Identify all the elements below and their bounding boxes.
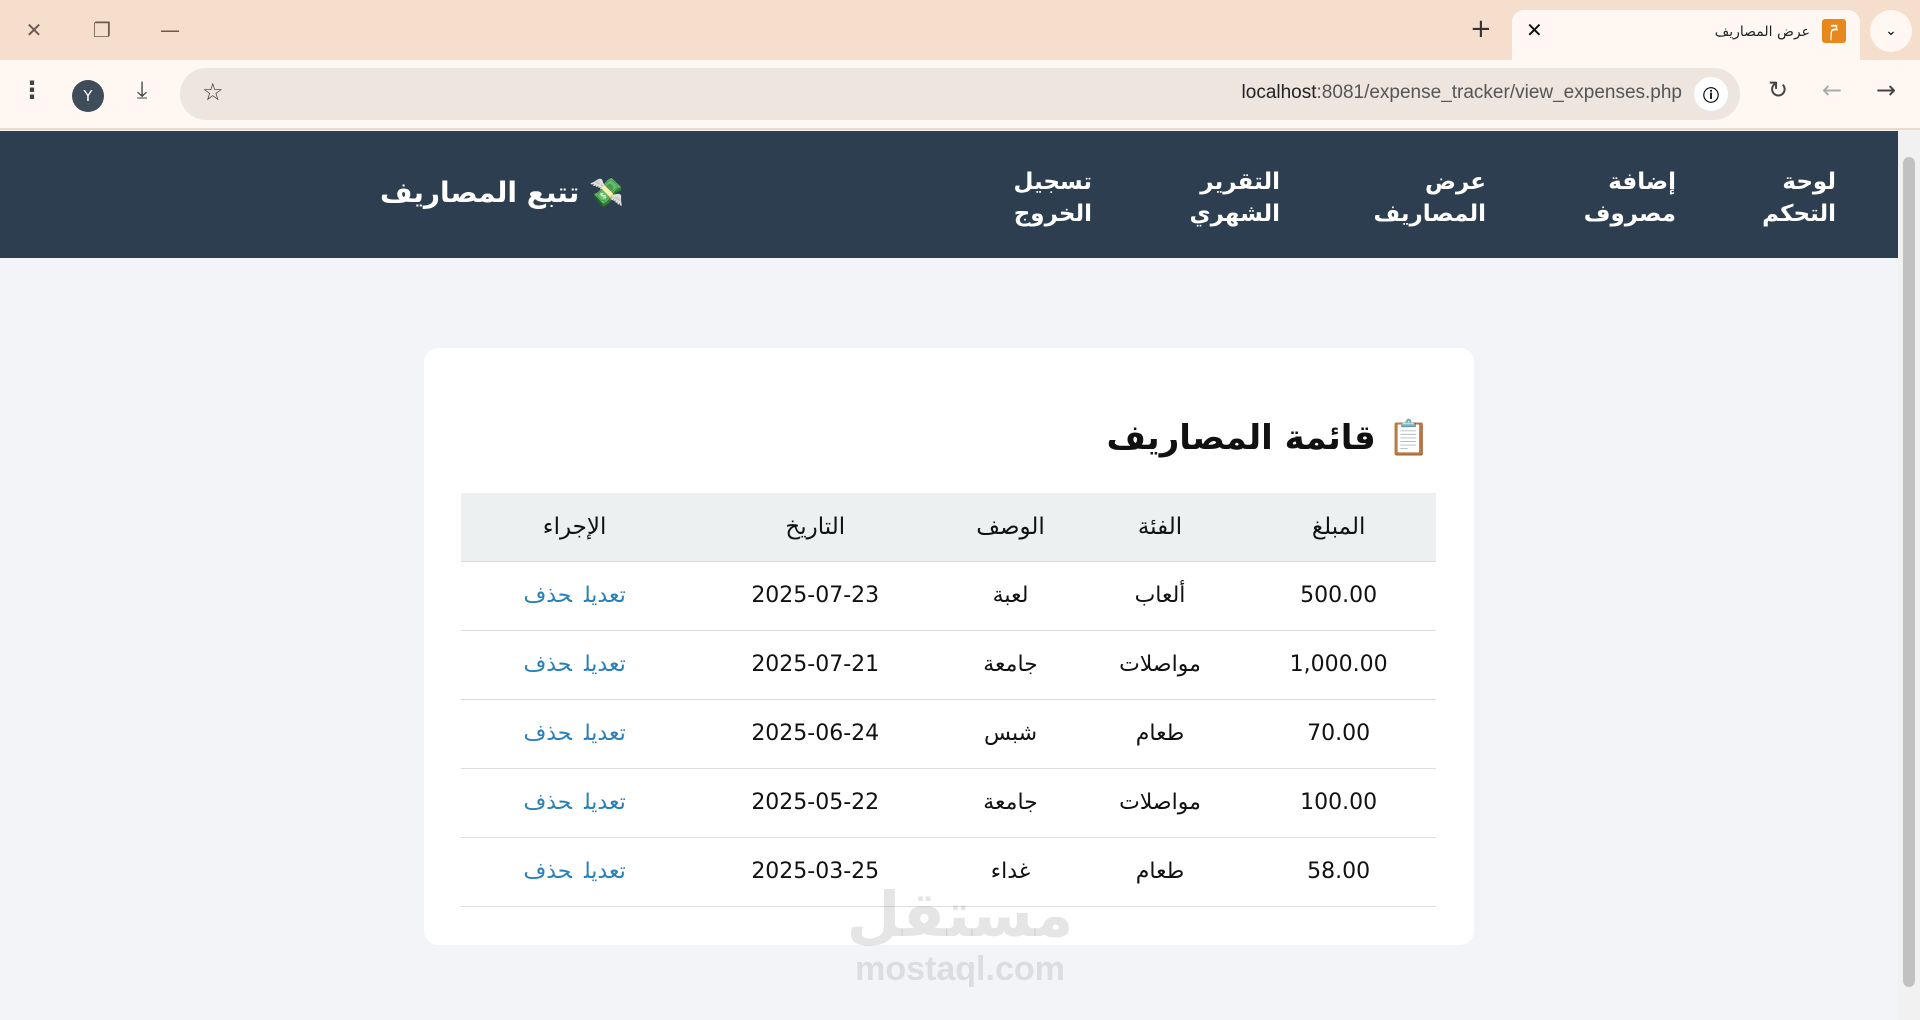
bookmark-star-icon[interactable]: ☆ — [202, 78, 224, 106]
restore-window-button[interactable]: ❐ — [82, 14, 122, 46]
profile-avatar[interactable]: Y — [72, 80, 104, 112]
category-cell: ألعاب — [1078, 561, 1242, 631]
actions-cell: تعديل حذف — [461, 768, 689, 838]
brand[interactable]: 💸 تتبع المصاريف — [380, 176, 624, 209]
amount-cell: 1,000.00 — [1241, 630, 1436, 700]
table-row: 100.00 مواصلات جامعة 2025-05-22 تعديل حذف — [461, 768, 1436, 838]
column-header: الفئة — [1078, 493, 1242, 562]
close-tab-icon[interactable]: ✕ — [1526, 18, 1543, 42]
tab-search-button[interactable]: ⌄ — [1870, 10, 1912, 52]
description-cell: جامعة — [942, 768, 1079, 838]
delete-link[interactable]: حذف — [523, 721, 572, 746]
money-icon: 💸 — [588, 176, 624, 209]
column-header: الإجراء — [461, 493, 689, 562]
new-tab-button[interactable]: + — [1470, 14, 1492, 44]
nav-add-expense[interactable]: إضافة مصروف — [1584, 166, 1676, 230]
site-navbar: لوحة التحكم إضافة مصروف عرض المصاريف الت… — [0, 131, 1898, 258]
amount-cell: 58.00 — [1241, 837, 1436, 907]
nav-dashboard[interactable]: لوحة التحكم — [1762, 166, 1836, 230]
delete-link[interactable]: حذف — [523, 652, 572, 677]
page-title: 📋 قائمة المصاريف — [1106, 418, 1430, 458]
table-row: 70.00 طعام شبس 2025-06-24 تعديل حذف — [461, 699, 1436, 769]
date-cell: 2025-07-21 — [688, 630, 943, 700]
expenses-card: 📋 قائمة المصاريف المبلغ الفئة الوصف التا… — [424, 348, 1474, 945]
delete-link[interactable]: حذف — [523, 859, 572, 884]
category-cell: مواصلات — [1078, 630, 1242, 700]
actions-cell: تعديل حذف — [461, 630, 689, 700]
address-bar[interactable]: ☆ localhost:8081/expense_tracker/view_ex… — [180, 68, 1740, 120]
back-icon[interactable]: ← — [1814, 76, 1850, 104]
forward-icon[interactable]: → — [1868, 76, 1904, 104]
description-cell: جامعة — [942, 630, 1079, 700]
table-row: 500.00 ألعاب لعبة 2025-07-23 تعديل حذف — [461, 561, 1436, 631]
minimize-window-button[interactable]: — — [150, 14, 190, 46]
nav-monthly-report[interactable]: التقرير الشهري — [1185, 166, 1281, 230]
amount-cell: 500.00 — [1241, 561, 1436, 631]
clipboard-icon: 📋 — [1387, 418, 1430, 458]
description-cell: شبس — [942, 699, 1079, 769]
actions-cell: تعديل حذف — [461, 837, 689, 907]
edit-link[interactable]: تعديل — [584, 583, 626, 608]
delete-link[interactable]: حذف — [523, 790, 572, 815]
actions-cell: تعديل حذف — [461, 561, 689, 631]
column-header: الوصف — [942, 493, 1079, 562]
category-cell: طعام — [1078, 837, 1242, 907]
edit-link[interactable]: تعديل — [584, 859, 626, 884]
table-row: 1,000.00 مواصلات جامعة 2025-07-21 تعديل حذف — [461, 630, 1436, 700]
date-cell: 2025-06-24 — [688, 699, 943, 769]
mostaql-watermark: مستقل mostaql.com — [846, 878, 1074, 989]
delete-link[interactable]: حذف — [523, 583, 572, 608]
scrollbar-thumb[interactable] — [1903, 157, 1915, 987]
edit-link[interactable]: تعديل — [584, 721, 626, 746]
category-cell: مواصلات — [1078, 768, 1242, 838]
reload-icon[interactable]: ↻ — [1760, 76, 1796, 104]
xampp-favicon-icon: ཌ — [1822, 19, 1846, 43]
column-header: المبلغ — [1241, 493, 1436, 562]
expenses-table: المبلغ الفئة الوصف التاريخ الإجراء 500.0… — [461, 493, 1436, 907]
menu-icon[interactable]: ⋮ — [14, 76, 50, 104]
tab-title: عرض المصاريف — [1714, 24, 1810, 40]
tab-active[interactable]: ✕ عرض المصاريف ཌ — [1512, 10, 1860, 60]
url-text[interactable]: localhost:8081/expense_tracker/view_expe… — [1242, 82, 1682, 104]
close-window-button[interactable]: ✕ — [14, 14, 54, 46]
site-info-icon[interactable]: ⓘ — [1694, 77, 1728, 111]
nav-view-expenses[interactable]: عرض المصاريف — [1373, 166, 1486, 230]
date-cell: 2025-07-23 — [688, 561, 943, 631]
nav-logout[interactable]: تسجيل الخروج — [1007, 166, 1092, 230]
amount-cell: 100.00 — [1241, 768, 1436, 838]
date-cell: 2025-05-22 — [688, 768, 943, 838]
actions-cell: تعديل حذف — [461, 699, 689, 769]
edit-link[interactable]: تعديل — [584, 790, 626, 815]
description-cell: لعبة — [942, 561, 1079, 631]
column-header: التاريخ — [688, 493, 943, 562]
edit-link[interactable]: تعديل — [584, 652, 626, 677]
category-cell: طعام — [1078, 699, 1242, 769]
tab-bar: ✕ ❐ — + ✕ عرض المصاريف ཌ ⌄ — [0, 0, 1920, 60]
scrollbar[interactable] — [1898, 131, 1920, 1020]
download-icon[interactable]: ⤓ — [124, 76, 160, 104]
amount-cell: 70.00 — [1241, 699, 1436, 769]
browser-toolbar: ⋮ ⤓ ☆ localhost:8081/expense_tracker/vie… — [0, 60, 1920, 130]
